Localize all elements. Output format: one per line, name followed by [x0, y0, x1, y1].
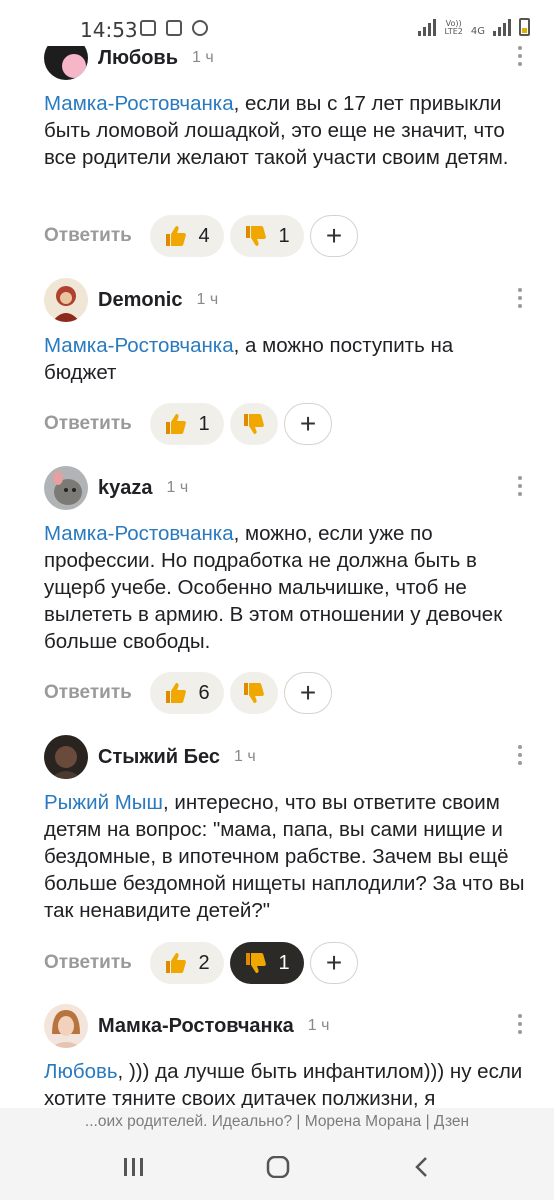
more-icon[interactable]	[518, 476, 524, 496]
comment-text: Рыжий Мыш, интересно, что вы ответите св…	[44, 791, 525, 922]
plus-icon: +	[325, 220, 343, 251]
dislike-count: 1	[278, 224, 290, 247]
volte-label: Vo)) LTE2	[444, 19, 463, 36]
comment-header: Стыжий Бес 1 ч	[44, 735, 256, 779]
mention-link[interactable]: Любовь	[44, 1060, 118, 1083]
mention-link[interactable]: Мамка-Ростовчанка	[44, 334, 234, 357]
avatar[interactable]	[44, 1004, 88, 1048]
comment-header: Мамка-Ростовчанка 1 ч	[44, 1004, 329, 1048]
comment-text: Мамка-Ростовчанка, а можно поступить на …	[44, 334, 454, 384]
more-icon[interactable]	[518, 745, 524, 765]
gallery-icon	[140, 20, 156, 36]
comment-actions: Ответить 1 +	[44, 402, 332, 446]
comment-time: 1 ч	[166, 479, 189, 496]
status-time: 14:53	[80, 18, 138, 42]
like-count: 1	[198, 412, 210, 435]
add-reaction-button[interactable]: +	[284, 403, 332, 445]
like-count: 2	[198, 951, 210, 974]
mention-link[interactable]: Мамка-Ростовчанка	[44, 522, 234, 545]
avatar[interactable]	[44, 466, 88, 510]
thumbs-up-icon	[166, 414, 187, 434]
comment-text: Мамка-Ростовчанка, если вы с 17 лет прив…	[44, 92, 509, 169]
comment-author[interactable]: Мамка-Ростовчанка	[98, 1015, 294, 1038]
comment-time: 1 ч	[234, 748, 256, 765]
add-reaction-button[interactable]: +	[284, 672, 332, 714]
dislike-button[interactable]	[230, 403, 278, 445]
comment-author[interactable]: Demonic	[98, 289, 182, 312]
comment-actions: Ответить 6 +	[44, 671, 332, 715]
thumbs-up-icon	[166, 683, 187, 703]
network-type: 4G	[470, 26, 485, 37]
home-button[interactable]	[266, 1155, 290, 1183]
plus-icon: +	[299, 677, 317, 708]
comment-actions: Ответить 2 1 +	[44, 941, 358, 985]
like-button[interactable]: 1	[150, 403, 224, 445]
app-notification-icon	[166, 20, 182, 36]
recent-apps-button[interactable]	[122, 1156, 146, 1183]
dislike-button[interactable]	[230, 672, 278, 714]
page-caption: ...оих родителей. Идеально? | Морена Мор…	[0, 1108, 554, 1138]
thumbs-down-icon	[244, 414, 264, 434]
comment-author[interactable]: Любовь	[98, 47, 178, 70]
comment-time: 1 ч	[307, 1017, 330, 1034]
avatar[interactable]	[44, 278, 88, 322]
notification-icons	[140, 20, 208, 36]
thumbs-down-icon	[246, 226, 267, 246]
comment-author[interactable]: Стыжий Бес	[98, 746, 220, 769]
like-count: 6	[198, 681, 210, 704]
back-button[interactable]	[410, 1156, 434, 1183]
dislike-button[interactable]: 1	[230, 215, 304, 257]
like-button[interactable]: 4	[150, 215, 224, 257]
more-icon[interactable]	[518, 1014, 524, 1034]
reply-button[interactable]: Ответить	[44, 682, 150, 704]
plus-icon: +	[299, 408, 317, 439]
comment-header: kyaza 1 ч	[44, 466, 188, 510]
mention-link[interactable]: Мамка-Ростовчанка	[44, 92, 234, 115]
back-icon	[415, 1157, 427, 1177]
like-button[interactable]: 2	[150, 942, 224, 984]
comment-text: Любовь, ))) да лучше быть инфантилом))) …	[44, 1060, 523, 1110]
mention-link[interactable]: Рыжий Мыш	[44, 791, 163, 814]
thumbs-up-icon	[166, 226, 187, 246]
like-button[interactable]: 6	[150, 672, 224, 714]
comment-actions: Ответить 4 1 +	[44, 214, 358, 258]
more-icon[interactable]	[518, 46, 524, 66]
comment-time: 1 ч	[196, 291, 219, 308]
reply-button[interactable]: Ответить	[44, 225, 150, 247]
system-nav-bar	[0, 1138, 554, 1200]
reply-button[interactable]: Ответить	[44, 952, 150, 974]
add-reaction-button[interactable]: +	[310, 215, 358, 257]
comment-text: Мамка-Ростовчанка, можно, если уже по пр…	[44, 522, 503, 653]
signal-icon	[418, 18, 437, 36]
comment-author[interactable]: kyaza	[98, 477, 153, 500]
thumbs-down-icon	[246, 953, 267, 973]
avatar[interactable]	[44, 735, 88, 779]
battery-icon	[519, 18, 530, 36]
add-reaction-button[interactable]: +	[310, 942, 358, 984]
dislike-button-active[interactable]: 1	[230, 942, 304, 984]
plus-icon: +	[325, 947, 343, 978]
wifi-icon	[192, 20, 208, 36]
reply-button[interactable]: Ответить	[44, 413, 150, 435]
more-icon[interactable]	[518, 288, 524, 308]
status-right: Vo)) LTE2 4G	[418, 18, 530, 37]
dislike-count: 1	[278, 951, 290, 974]
comment-time: 1 ч	[192, 49, 214, 66]
recent-apps-icon	[124, 1158, 143, 1176]
comment-header: Demonic 1 ч	[44, 278, 218, 322]
thumbs-up-icon	[166, 953, 187, 973]
signal-icon-2	[493, 18, 511, 36]
status-bar: 14:53 Vo)) LTE2 4G	[0, 0, 554, 46]
thumbs-down-icon	[244, 683, 264, 703]
home-icon	[266, 1155, 290, 1179]
like-count: 4	[198, 224, 210, 247]
